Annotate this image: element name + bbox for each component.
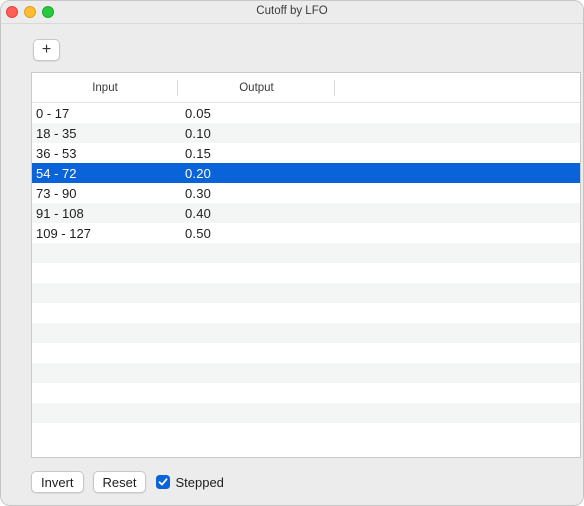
output-value-cell[interactable]: 0.20 (178, 166, 211, 181)
output-value-cell[interactable]: 0.10 (178, 126, 211, 141)
empty-table-row[interactable] (32, 343, 580, 363)
plus-icon: + (41, 41, 52, 58)
empty-table-row[interactable] (32, 423, 580, 443)
output-value-cell[interactable]: 0.15 (178, 146, 211, 161)
table-row[interactable]: 73 - 90 0.30 (32, 183, 580, 203)
table-row[interactable]: 91 - 108 0.40 (32, 203, 580, 223)
reset-button[interactable]: Reset (92, 471, 147, 493)
input-range-cell[interactable]: 18 - 35 (32, 126, 178, 141)
input-range-cell[interactable]: 73 - 90 (32, 186, 178, 201)
table-row[interactable]: 109 - 127 0.50 (32, 223, 580, 243)
output-value-cell[interactable]: 0.40 (178, 206, 211, 221)
output-value-cell[interactable]: 0.50 (178, 226, 211, 241)
stepped-checkbox-control[interactable]: Stepped (156, 474, 224, 490)
output-value-cell[interactable]: 0.05 (178, 106, 211, 121)
title-bar: Cutoff by LFO (1, 1, 583, 24)
table-row[interactable]: 0 - 17 0.05 (32, 103, 580, 123)
table-header: Input Output (32, 73, 580, 103)
table-row[interactable]: 54 - 72 0.20 (32, 163, 580, 183)
column-header-output[interactable]: Output (178, 73, 335, 102)
input-range-cell[interactable]: 0 - 17 (32, 106, 178, 121)
table-row[interactable]: 18 - 35 0.10 (32, 123, 580, 143)
stepped-label: Stepped (175, 474, 224, 490)
window-title: Cutoff by LFO (256, 5, 328, 17)
column-header-input-label: Input (92, 81, 118, 94)
empty-table-row[interactable] (32, 243, 580, 263)
empty-table-row[interactable] (32, 383, 580, 403)
output-value-cell[interactable]: 0.30 (178, 186, 211, 201)
input-range-cell[interactable]: 54 - 72 (32, 166, 178, 181)
footer-controls: Invert Reset Stepped (31, 471, 224, 493)
empty-table-row[interactable] (32, 323, 580, 343)
table-row[interactable]: 36 - 53 0.15 (32, 143, 580, 163)
column-header-input[interactable]: Input (32, 73, 178, 102)
add-row-button[interactable]: + (33, 39, 60, 61)
input-range-cell[interactable]: 91 - 108 (32, 206, 178, 221)
empty-table-row[interactable] (32, 363, 580, 383)
empty-table-row[interactable] (32, 403, 580, 423)
empty-table-row[interactable] (32, 283, 580, 303)
invert-button[interactable]: Invert (31, 471, 84, 493)
empty-table-row[interactable] (32, 303, 580, 323)
window: Cutoff by LFO + Input Output 0 - 17 0.05 1… (0, 0, 584, 506)
checkmark-icon (159, 478, 168, 486)
column-header-output-label: Output (239, 81, 274, 94)
mapping-table: Input Output 0 - 17 0.05 18 - 35 0.10 36 - 5… (31, 72, 581, 458)
stepped-checkbox[interactable] (156, 475, 171, 489)
table-body: 0 - 17 0.05 18 - 35 0.10 36 - 53 0.15 54 - 72 0… (32, 103, 580, 443)
column-divider[interactable] (334, 80, 335, 96)
input-range-cell[interactable]: 109 - 127 (32, 226, 178, 241)
empty-table-row[interactable] (32, 263, 580, 283)
input-range-cell[interactable]: 36 - 53 (32, 146, 178, 161)
